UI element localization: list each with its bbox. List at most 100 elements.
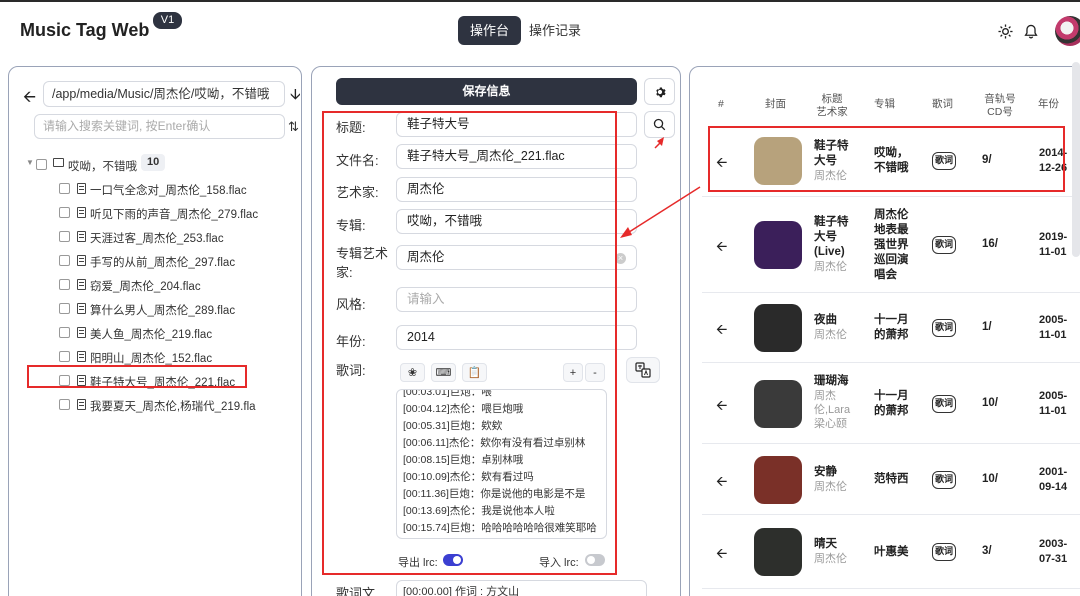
album-cover <box>754 379 802 428</box>
col-cover: 封面 <box>765 98 786 110</box>
version-badge: V1 <box>153 12 182 29</box>
track-year-line: 2005- <box>1039 389 1068 402</box>
track-year: 2001- 09-14 <box>1039 465 1079 495</box>
file-row[interactable]: 一口气全念对_周杰伦_158.flac <box>24 177 299 201</box>
folder-row[interactable]: ▼ 哎呦，不错哦 10 <box>24 153 299 177</box>
table-row[interactable]: 🡨 鞋子特 大号 (Live) 周杰伦 周杰伦 地表最 强世界 巡回演 唱会 歌词 16/2019- 1… <box>702 197 1080 293</box>
table-row[interactable]: 🡨 安静周杰伦 范特西 歌词 10/2001- 09-14 <box>702 444 1080 515</box>
file-checkbox[interactable] <box>59 183 70 194</box>
track-number: 10/ <box>982 396 998 409</box>
track-album: 叶惠美 <box>874 545 920 560</box>
lyrics-icon[interactable]: 歌词 <box>932 394 956 413</box>
apply-arrow-icon[interactable]: 🡨 <box>716 319 727 343</box>
file-checkbox[interactable] <box>59 207 70 218</box>
track-title: 鞋子特 大号 (Live) <box>814 215 856 260</box>
settings-button[interactable] <box>644 78 675 105</box>
track-title-line: 鞋子特 <box>814 216 849 228</box>
track-year-line: 2001- <box>1039 465 1068 478</box>
file-checkbox[interactable] <box>59 303 70 314</box>
track-artist-line: 周杰伦 <box>814 261 847 273</box>
file-row[interactable]: 手写的从前_周杰伦_297.flac <box>24 249 299 273</box>
track-year-line: 11-01 <box>1039 329 1067 341</box>
track-year: 2005- 11-01 <box>1039 313 1079 343</box>
file-row[interactable]: 美人鱼_周杰伦_219.flac <box>24 321 299 345</box>
file-checkbox[interactable] <box>59 231 70 242</box>
file-checkbox[interactable] <box>59 399 70 410</box>
file-row[interactable]: 窃爱_周杰伦_204.flac <box>24 273 299 297</box>
fetch-tags-button[interactable] <box>644 111 675 138</box>
track-artist: 周杰伦 <box>814 552 856 566</box>
col-title-artist: 标题 艺术家 <box>812 93 852 119</box>
user-avatar[interactable] <box>1055 16 1080 46</box>
file-checkbox[interactable] <box>59 255 70 266</box>
file-checkbox[interactable] <box>59 279 70 290</box>
lyrics-file-label: 歌词文 <box>336 586 376 596</box>
file-row[interactable]: 天涯过客_周杰伦_253.flac <box>24 225 299 249</box>
sort-icon[interactable]: ⇅ <box>288 119 299 135</box>
path-input[interactable]: /app/media/Music/周杰伦/哎呦，不错哦 <box>43 81 285 107</box>
apply-arrow-icon[interactable]: 🡨 <box>716 543 727 567</box>
lyrics-icon[interactable]: 歌词 <box>932 470 956 489</box>
col-album: 专辑 <box>874 98 895 110</box>
track-number: 1/ <box>982 321 992 333</box>
tab-history[interactable]: 操作记录 <box>517 16 593 45</box>
track-number: 10/ <box>982 472 998 485</box>
form-highlight <box>322 111 617 575</box>
file-row[interactable]: 听见下雨的声音_周杰伦_279.flac <box>24 201 299 225</box>
apply-arrow-icon[interactable]: 🡨 <box>716 236 727 260</box>
track-year-line: 2005- <box>1039 314 1068 326</box>
file-name: 天涯过客_周杰伦_253.flac <box>90 233 224 245</box>
file-name: 手写的从前_周杰伦_297.flac <box>90 257 236 269</box>
col-artist: 艺术家 <box>816 106 848 118</box>
top-header: Music Tag Web V1 操作台 操作记录 <box>0 2 1080 60</box>
col-cd: CD号 <box>987 106 1013 118</box>
track-year-line: 11-01 <box>1039 404 1067 417</box>
file-icon <box>77 231 86 242</box>
lyrics-icon[interactable]: 歌词 <box>932 236 956 254</box>
scrollbar[interactable] <box>1072 62 1080 257</box>
tab-console[interactable]: 操作台 <box>458 16 522 45</box>
track-title-line: (Live) <box>814 246 845 258</box>
file-icon <box>77 207 86 218</box>
col-track: 音轨号 <box>984 93 1016 105</box>
track-year: 2003- 07-31 <box>1039 537 1079 567</box>
track-title-line: 安静 <box>814 465 837 478</box>
lyrics-icon[interactable]: 歌词 <box>932 319 956 337</box>
back-arrow-icon[interactable]: 🡨 <box>23 86 36 113</box>
file-count-badge: 10 <box>141 154 166 171</box>
file-browser-panel: 🡨 /app/media/Music/周杰伦/哎呦，不错哦 🡫 请输入搜索关键词… <box>8 66 302 596</box>
translate-icon[interactable] <box>626 357 660 383</box>
track-album-line: 的萧邦 <box>874 329 909 341</box>
lyrics-file-field[interactable]: [00:00.00] 作词 : 方文山 <box>396 580 647 596</box>
theme-sun-icon[interactable] <box>996 22 1014 40</box>
track-album-line: 十一月 <box>874 389 909 402</box>
caret-down-icon[interactable]: ▼ <box>26 158 34 167</box>
track-album-line: 唱会 <box>874 268 897 281</box>
row-highlight <box>708 126 1065 192</box>
table-row[interactable]: 🡨 夜曲 周杰伦 十一月 的萧邦 歌词 1/2005- 11-01 <box>702 293 1080 363</box>
track-album-line: 周杰伦 <box>874 208 909 221</box>
down-arrow-icon[interactable]: 🡫 <box>290 84 301 109</box>
apply-arrow-icon[interactable]: 🡨 <box>716 471 727 495</box>
track-year-line: 09-14 <box>1039 480 1068 493</box>
track-artist: 周杰伦 <box>814 260 856 274</box>
search-input[interactable]: 请输入搜索关键词, 按Enter确认 <box>34 114 285 139</box>
file-row[interactable]: 我要夏天_周杰伦,杨瑞代_219.fla <box>24 393 299 417</box>
file-name: 算什么男人_周杰伦_289.flac <box>90 305 236 317</box>
apply-arrow-icon[interactable]: 🡨 <box>716 395 727 419</box>
album-cover <box>754 221 802 269</box>
track-album: 周杰伦 地表最 强世界 巡回演 唱会 <box>874 208 920 283</box>
lyrics-icon[interactable]: 歌词 <box>932 543 956 561</box>
file-checkbox[interactable] <box>59 351 70 362</box>
folder-checkbox[interactable] <box>36 159 47 170</box>
save-button[interactable]: 保存信息 <box>336 78 637 105</box>
table-row[interactable]: 🡨 珊瑚海 周杰 伦,Lara 梁心颐 十一月 的萧邦 歌词 10/2005- 11-01 <box>702 363 1080 444</box>
track-album-line: 范特西 <box>874 473 909 485</box>
track-artist: 周杰伦 <box>814 480 856 494</box>
track-number: 16/ <box>982 238 998 250</box>
file-checkbox[interactable] <box>59 327 70 338</box>
file-row[interactable]: 算什么男人_周杰伦_289.flac <box>24 297 299 321</box>
table-row[interactable]: 🡨 晴天 周杰伦 叶惠美 歌词 3/2003- 07-31 <box>702 515 1080 589</box>
bell-icon[interactable] <box>1022 22 1040 40</box>
track-album-line: 地表最 <box>874 223 909 236</box>
